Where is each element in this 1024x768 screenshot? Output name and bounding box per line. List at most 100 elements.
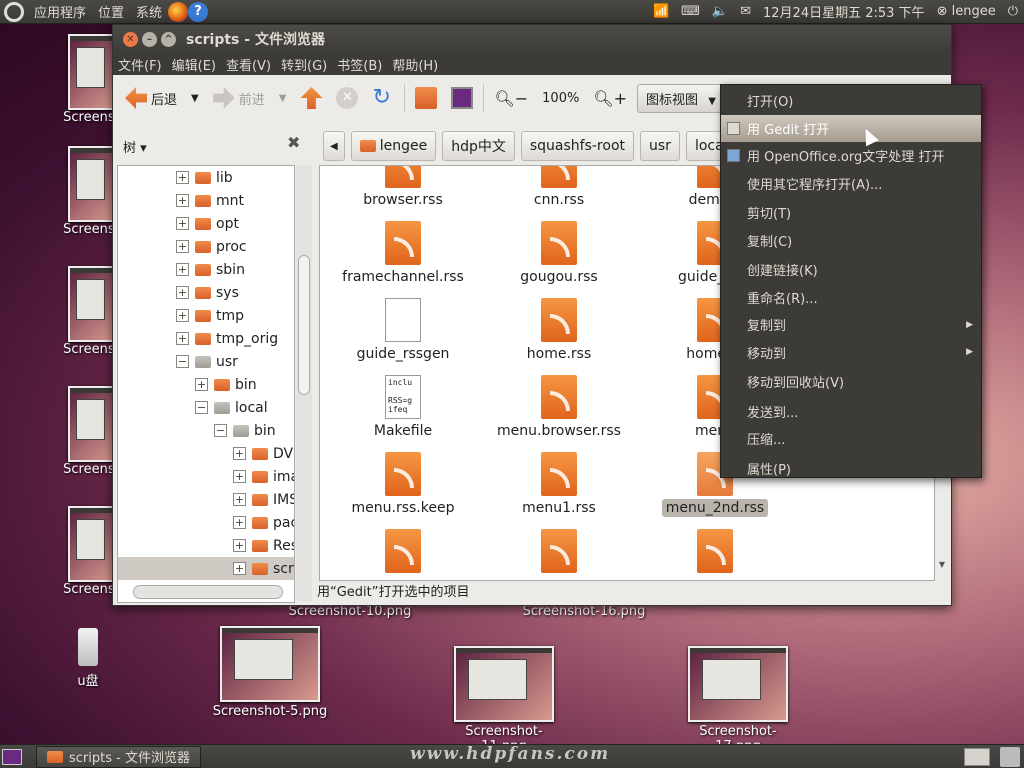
tree-sidebar[interactable]: + lib + mnt + opt + proc + sbin + sys + tmp + tm… (117, 165, 295, 603)
desktop-file-label[interactable]: Screenshot-16.png (514, 604, 654, 619)
expander-icon[interactable]: + (233, 562, 246, 575)
expander-icon[interactable]: + (233, 447, 246, 460)
tree-item[interactable]: + DVD (118, 442, 294, 465)
network-icon[interactable]: 📶 (647, 0, 675, 23)
expander-icon[interactable]: + (195, 378, 208, 391)
user-menu[interactable]: ⊗ lengee (931, 0, 1002, 23)
tree-item[interactable]: + tmp_orig (118, 327, 294, 350)
tree-item[interactable]: + pac (118, 511, 294, 534)
breadcrumb-usr[interactable]: usr (640, 131, 680, 161)
file-item[interactable]: guide_rssgen (328, 298, 478, 362)
breadcrumb-squashfs-root[interactable]: squashfs-root (520, 131, 635, 161)
tree-item[interactable]: + sys (118, 281, 294, 304)
back-history-dropdown[interactable]: ▼ (187, 91, 203, 106)
menu-item-properties[interactable]: 属性(P) (721, 455, 981, 483)
volume-icon[interactable]: 🔈 (706, 0, 734, 23)
expander-icon[interactable]: − (214, 424, 227, 437)
zoom-in-button[interactable]: 🔍︎+ (589, 87, 631, 110)
expander-icon[interactable]: + (176, 240, 189, 253)
tree-item[interactable]: + IMS (118, 488, 294, 511)
menu-places[interactable]: 位置 (92, 0, 130, 23)
file-item[interactable]: cnn.rss (484, 166, 634, 208)
maximize-icon[interactable]: ^ (161, 31, 176, 47)
usb-drive[interactable]: u盘 (68, 628, 108, 689)
tree-item[interactable]: + bin (118, 373, 294, 396)
tree-item[interactable]: − usr (118, 350, 294, 373)
menu-help[interactable]: 帮助(H) (387, 55, 443, 74)
window-titlebar[interactable]: ✕ – ^ scripts - 文件浏览器 (113, 25, 951, 53)
desktop-file-label[interactable]: Screenshot-10.png (280, 604, 420, 619)
expander-icon[interactable]: + (176, 309, 189, 322)
tree-item[interactable]: + lib (118, 166, 294, 189)
tree-item[interactable]: − local (118, 396, 294, 419)
clock[interactable]: 12月24日星期五 2:53 下午 (757, 0, 931, 23)
menu-item-open-with-openoffice[interactable]: 用 OpenOffice.org文字处理 打开 (721, 142, 981, 170)
menu-system[interactable]: 系统 (130, 0, 168, 23)
help-icon[interactable]: ? (188, 1, 209, 22)
file-item[interactable]: menu.rss.keep (328, 452, 478, 516)
menu-view[interactable]: 查看(V) (221, 55, 276, 74)
expander-icon[interactable]: + (176, 194, 189, 207)
desktop-file-icon[interactable]: Screenshot-5.png (210, 626, 330, 719)
breadcrumb-back-arrow-icon[interactable]: ◀ (323, 131, 345, 161)
taskbar-button-file-browser[interactable]: scripts - 文件浏览器 (36, 745, 201, 768)
menu-item-copy-to[interactable]: 复制到 ▶ (721, 311, 981, 339)
expander-icon[interactable]: + (176, 171, 189, 184)
file-item[interactable] (328, 529, 478, 577)
menu-item-open-with-gedit[interactable]: 用 Gedit 打开 (721, 114, 981, 142)
tree-item[interactable]: + tmp (118, 304, 294, 327)
expander-icon[interactable]: + (176, 286, 189, 299)
home-button[interactable] (411, 85, 441, 111)
menu-item-copy[interactable]: 复制(C) (721, 227, 981, 255)
menu-bookmarks[interactable]: 书签(B) (332, 55, 387, 74)
tree-item[interactable]: + sbin (118, 258, 294, 281)
desktop-file-icon[interactable]: Screenshot-11.png (444, 646, 564, 754)
menu-item-open-with-other[interactable]: 使用其它程序打开(A)... (721, 170, 981, 198)
stop-button[interactable]: ✕ (332, 85, 362, 111)
minimize-icon[interactable]: – (142, 31, 157, 47)
close-icon[interactable]: ✕ (123, 31, 138, 47)
forward-history-dropdown[interactable]: ▼ (275, 91, 291, 106)
file-item[interactable]: menu1.rss (484, 452, 634, 516)
file-item[interactable]: gougou.rss (484, 221, 634, 285)
file-item[interactable]: framechannel.rss (328, 221, 478, 285)
expander-icon[interactable]: + (176, 217, 189, 230)
mail-icon[interactable]: ✉ (734, 0, 757, 23)
file-item[interactable]: home.rss (484, 298, 634, 362)
ubuntu-logo-icon[interactable] (4, 1, 24, 22)
menu-item-move-to-trash[interactable]: 移动到回收站(V) (721, 368, 981, 396)
menu-item-move-to[interactable]: 移动到 ▶ (721, 339, 981, 367)
forward-button[interactable]: 前进 (209, 85, 269, 111)
up-button[interactable] (296, 85, 326, 111)
menu-edit[interactable]: 编辑(E) (167, 55, 221, 74)
firefox-icon[interactable] (168, 1, 189, 22)
menu-applications[interactable]: 应用程序 (28, 0, 92, 23)
view-mode-select[interactable]: 图标视图 ▼ (637, 83, 725, 113)
workspace-switcher[interactable] (964, 747, 990, 766)
file-item[interactable]: menu.browser.rss (484, 375, 634, 439)
zoom-out-button[interactable]: 🔍︎− (490, 87, 532, 110)
tree-item-selected[interactable]: + scri (118, 557, 294, 580)
menu-item-cut[interactable]: 剪切(T) (721, 199, 981, 227)
file-item[interactable] (484, 529, 634, 577)
menu-item-rename[interactable]: 重命名(R)... (721, 284, 981, 312)
expander-icon[interactable]: + (233, 516, 246, 529)
power-icon[interactable]: ⏻ (1002, 0, 1024, 23)
menu-item-open[interactable]: 打开(O) (721, 87, 981, 115)
computer-button[interactable] (447, 85, 477, 111)
reload-button[interactable]: ↻ (368, 85, 398, 111)
keyboard-icon[interactable]: ⌨ (675, 0, 706, 23)
sidebar-type-select[interactable]: 树 ▾ (123, 137, 147, 156)
tree-item[interactable]: + opt (118, 212, 294, 235)
menu-go[interactable]: 转到(G) (276, 55, 332, 74)
back-button[interactable]: 后退 (121, 85, 181, 111)
menu-file[interactable]: 文件(F) (113, 55, 167, 74)
menu-item-make-link[interactable]: 创建链接(K) (721, 256, 981, 284)
scrollbar-thumb[interactable] (298, 255, 310, 395)
menu-item-compress[interactable]: 压缩... (721, 425, 981, 453)
tree-item[interactable]: + proc (118, 235, 294, 258)
expander-icon[interactable]: + (233, 493, 246, 506)
tree-item[interactable]: + Res (118, 534, 294, 557)
expander-icon[interactable]: + (176, 263, 189, 276)
tree-scrollbar[interactable] (296, 165, 312, 601)
